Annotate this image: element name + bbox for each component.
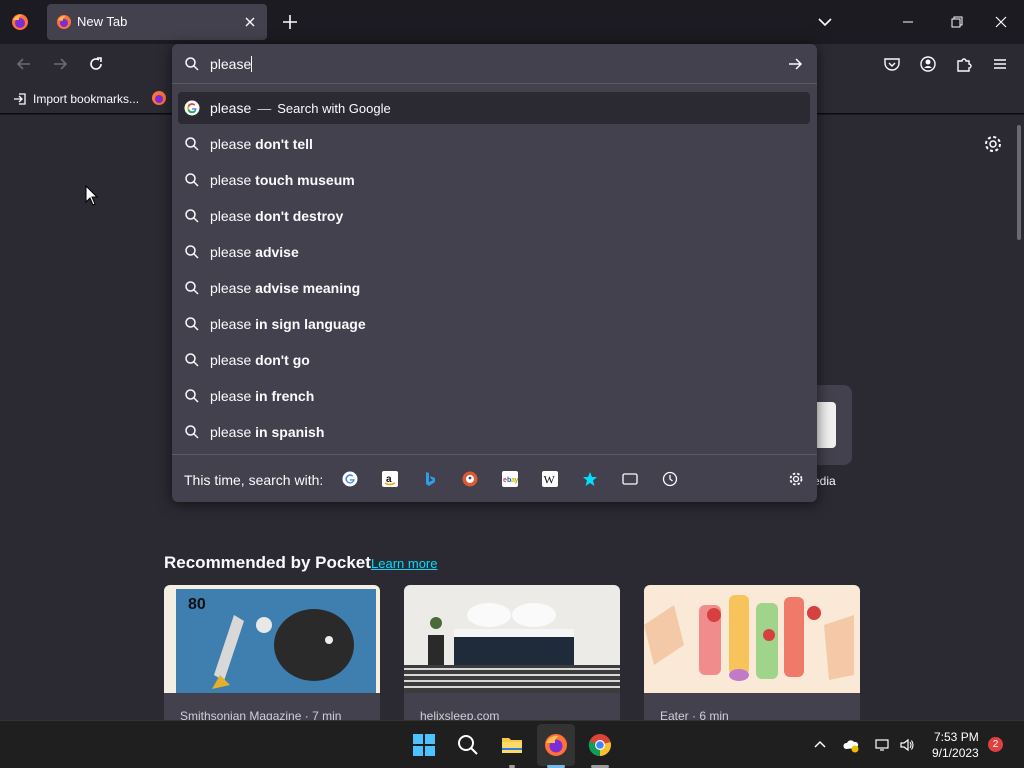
ebay-icon[interactable]: e b a y	[502, 471, 518, 487]
close-tab-icon[interactable]	[241, 13, 259, 31]
suggestion-text: please don't go	[210, 352, 310, 368]
clock-time[interactable]: 7:53 PM	[934, 730, 979, 744]
card-image-stamp: 80	[164, 585, 380, 693]
suggestion-text: please — Search with Google	[210, 100, 391, 116]
tabs-icon[interactable]	[622, 471, 638, 487]
back-icon[interactable]	[14, 54, 34, 74]
network-icon[interactable]	[875, 737, 891, 753]
search-icon	[185, 389, 199, 403]
import-icon	[14, 93, 26, 105]
urlbar-input-row: please	[172, 44, 817, 84]
tab-strip: New Tab	[0, 0, 1024, 44]
search-icon	[185, 173, 199, 187]
windows-taskbar: 7:53 PM 9/1/2023 2	[0, 720, 1024, 768]
account-icon[interactable]	[918, 54, 938, 74]
suggestion-item[interactable]: please touch museum	[178, 164, 810, 196]
urlbar-popup: please please — Search with Google please …	[172, 44, 817, 502]
app-menu-icon[interactable]	[990, 54, 1010, 74]
suggestion-text: please don't destroy	[210, 208, 344, 224]
list-all-tabs-icon[interactable]	[815, 12, 835, 32]
amazon-icon[interactable]: a	[382, 471, 398, 487]
firefox-view-icon[interactable]	[10, 12, 30, 32]
suggestion-item[interactable]: please in french	[178, 380, 810, 412]
close-window-icon[interactable]	[988, 10, 1014, 34]
svg-text:y: y	[515, 477, 519, 484]
personalize-gear-icon[interactable]	[983, 134, 1003, 154]
pocket-learn-more-link[interactable]: Learn more	[371, 556, 437, 571]
history-clock-icon[interactable]	[662, 471, 678, 487]
google-icon	[184, 100, 200, 116]
svg-text:80: 80	[188, 596, 206, 613]
search-icon	[185, 209, 199, 223]
pocket-icon[interactable]	[882, 54, 902, 74]
notification-badge[interactable]: 2	[988, 737, 1003, 752]
pocket-card[interactable]: 80 Smithsonian Magazine · 7 min	[164, 585, 380, 735]
suggestion-item[interactable]: please in spanish	[178, 416, 810, 448]
volume-icon[interactable]	[899, 737, 915, 753]
new-tab-button[interactable]	[279, 11, 301, 33]
mouse-cursor-icon	[85, 185, 99, 206]
chevron-up-icon[interactable]	[812, 737, 828, 753]
search-icon	[185, 57, 199, 71]
suggestion-text: please advise meaning	[210, 280, 361, 296]
suggestion-text: please advise	[210, 244, 299, 260]
chrome-icon[interactable]	[588, 733, 612, 757]
suggestion-item[interactable]: please don't destroy	[178, 200, 810, 232]
pocket-section-title: Recommended by Pocket	[164, 553, 371, 572]
suggestion-item[interactable]: please in sign language	[178, 308, 810, 340]
search-settings-gear-icon[interactable]	[788, 471, 804, 487]
suggestion-text: please in french	[210, 388, 315, 404]
suggestion-item[interactable]: please advise meaning	[178, 272, 810, 304]
text-caret	[251, 56, 253, 72]
one-off-search-bar: This time, search with: a e b a y W	[172, 454, 817, 502]
suggestion-action: Search with Google	[277, 101, 391, 116]
suggestion-text: please in spanish	[210, 424, 325, 440]
bookmarks-star-icon[interactable]	[582, 471, 598, 487]
urlbar-query: please	[210, 56, 252, 72]
firefox-bookmark-icon[interactable]	[151, 90, 167, 106]
suggestion-search-with-google[interactable]: please — Search with Google	[178, 92, 810, 124]
forward-icon[interactable]	[50, 54, 70, 74]
file-explorer-icon[interactable]	[500, 733, 524, 757]
tab-new-tab[interactable]: New Tab	[47, 4, 267, 40]
minimize-icon[interactable]	[893, 10, 923, 34]
suggestion-item[interactable]: please don't go	[178, 344, 810, 376]
pocket-card[interactable]: Eater · 6 min	[644, 585, 860, 735]
restore-icon[interactable]	[942, 10, 972, 34]
import-bookmarks-button[interactable]: Import bookmarks...	[12, 91, 139, 107]
card-image-mattress	[404, 585, 620, 693]
card-image-food	[644, 585, 860, 693]
search-icon	[185, 317, 199, 331]
search-with-label: This time, search with:	[184, 472, 324, 488]
suggestion-text: please touch museum	[210, 172, 355, 188]
search-icon	[185, 137, 199, 151]
duckduckgo-icon[interactable]	[462, 471, 478, 487]
google-icon[interactable]	[342, 471, 358, 487]
page-scrollbar[interactable]	[1017, 125, 1021, 240]
suggestion-item[interactable]: please advise	[178, 236, 810, 268]
bing-icon[interactable]	[422, 471, 438, 487]
onedrive-warning-icon[interactable]	[843, 737, 859, 753]
wikipedia-icon[interactable]: W	[542, 471, 558, 487]
search-icon[interactable]	[456, 733, 480, 757]
urlbar-input[interactable]: please	[210, 56, 770, 72]
reload-icon[interactable]	[86, 54, 106, 74]
search-icon	[185, 281, 199, 295]
tab-title: New Tab	[77, 14, 128, 29]
extensions-icon[interactable]	[954, 54, 974, 74]
pocket-card[interactable]: helixsleep.com	[404, 585, 620, 735]
suggestion-text: please don't tell	[210, 136, 313, 152]
firefox-icon	[57, 15, 71, 29]
windows-start-icon[interactable]	[412, 733, 436, 757]
go-arrow-icon[interactable]	[787, 56, 803, 72]
suggestion-text: please in sign language	[210, 316, 366, 332]
svg-text:W: W	[544, 473, 556, 487]
suggestion-item[interactable]: please don't tell	[178, 128, 810, 160]
search-icon	[185, 353, 199, 367]
search-icon	[185, 425, 199, 439]
search-icon	[185, 245, 199, 259]
import-bookmarks-label: Import bookmarks...	[33, 92, 140, 106]
firefox-icon[interactable]	[544, 733, 568, 757]
clock-date[interactable]: 9/1/2023	[932, 746, 979, 760]
